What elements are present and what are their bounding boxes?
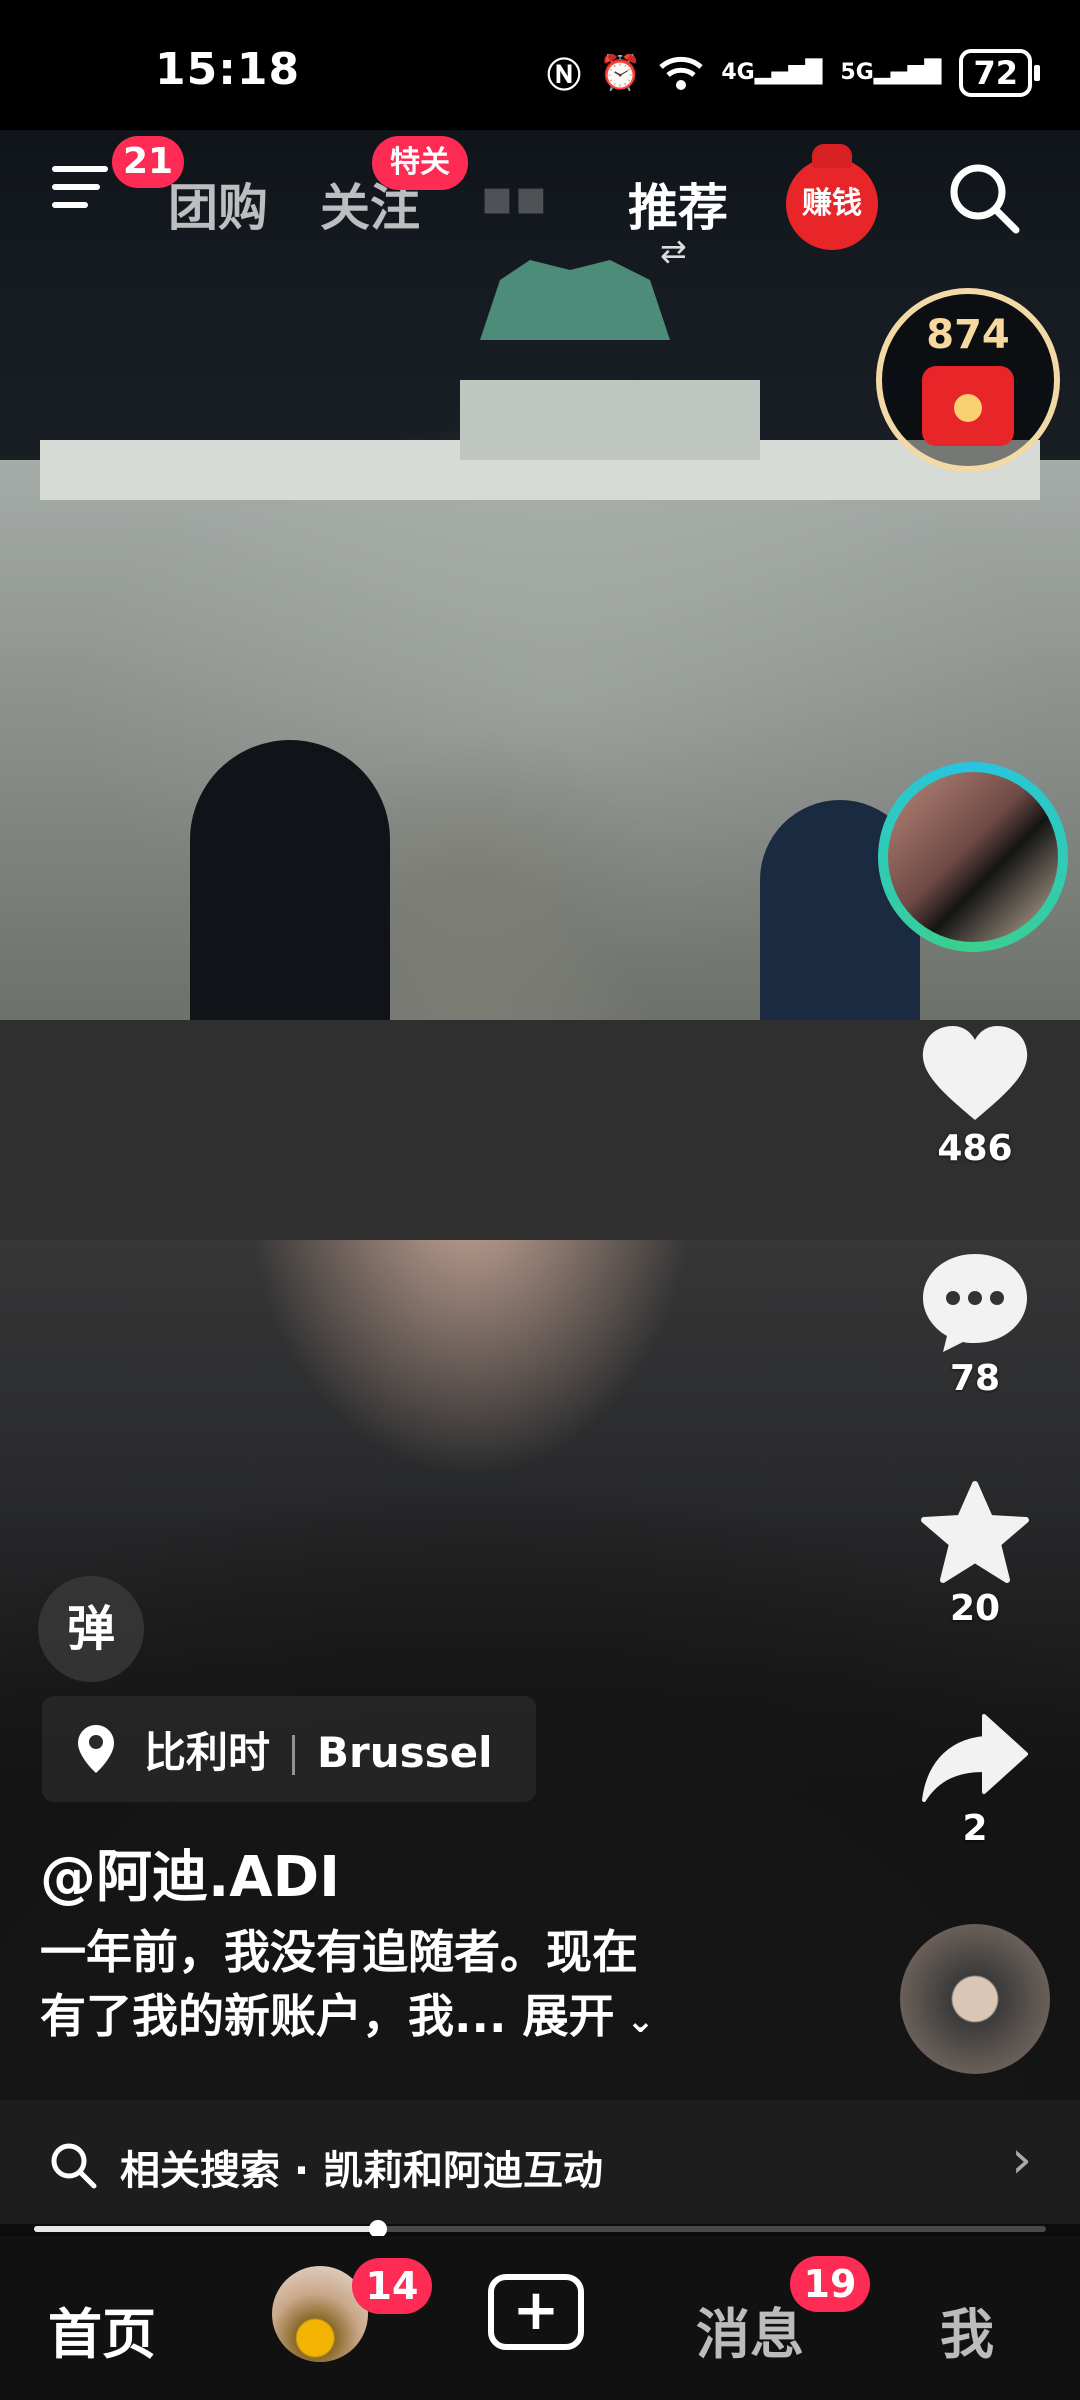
caption-line-1: 一年前，我没有追随者。现在	[40, 1925, 638, 1979]
signal-5g-icon: 5G▂▄▆█	[840, 60, 942, 85]
expand-caption-button[interactable]: 展开 ⌄	[522, 1989, 654, 2043]
location-city: Brussel	[317, 1727, 493, 1777]
wifi-icon	[659, 56, 704, 90]
location-separator	[292, 1735, 296, 1775]
video-caption[interactable]: 一年前，我没有追随者。现在 有了我的新账户，我... 展开 ⌄	[40, 1920, 740, 2053]
location-label: 比利时 Brussel	[144, 1719, 493, 1780]
like-button[interactable]: 486	[900, 1024, 1050, 1169]
switch-icon[interactable]: ⇄	[660, 232, 687, 270]
coin-reward-widget[interactable]: 874	[876, 288, 1060, 472]
danmu-toggle-button[interactable]: 弹	[38, 1576, 144, 1682]
location-pin-icon	[78, 1725, 114, 1773]
share-icon	[922, 1714, 1028, 1802]
related-search-bar[interactable]: 相关搜索 · 凯莉和阿迪互动 ›	[0, 2100, 1080, 2224]
chevron-right-icon: ›	[1011, 2130, 1032, 2190]
nfc-icon: Ⓝ	[547, 56, 581, 96]
nav-me[interactable]: 我	[940, 2290, 994, 2369]
nav-messages[interactable]: 消息	[696, 2290, 804, 2369]
comment-count: 78	[949, 1358, 1001, 1399]
coin-count: 874	[926, 312, 1010, 358]
friends-badge: 14	[352, 2258, 432, 2314]
star-icon	[921, 1481, 1029, 1583]
tab-recommend[interactable]: 推荐	[628, 168, 728, 240]
chevron-down-icon: ⌄	[614, 2001, 655, 2041]
nav-home[interactable]: 首页	[48, 2290, 156, 2369]
battery-indicator: 72	[959, 48, 1040, 97]
location-tag[interactable]: 比利时 Brussel	[42, 1696, 536, 1802]
location-country: 比利时	[144, 1727, 271, 1777]
creator-avatar-image	[888, 772, 1058, 942]
comment-button[interactable]: 78	[900, 1250, 1050, 1399]
related-search-text: 相关搜索 · 凯莉和阿迪互动	[120, 2148, 604, 2194]
status-bar: 15:18 Ⓝ ⏰ 4G▂▄▆█ 5G▂▄▆█ 72	[0, 0, 1080, 130]
progress-fill	[34, 2226, 379, 2232]
caption-line-2: 有了我的新账户，我... 展开 ⌄	[40, 1989, 655, 2043]
video-progress-bar[interactable]	[34, 2220, 1046, 2238]
menu-icon[interactable]	[52, 166, 108, 220]
creator-avatar[interactable]	[878, 762, 1068, 952]
search-icon[interactable]	[946, 160, 1022, 236]
signal-4g-icon: 4G▂▄▆█	[721, 60, 823, 85]
add-video-button[interactable]: +	[488, 2274, 584, 2350]
tab-hidden[interactable]: ▪▪	[480, 168, 548, 226]
music-disc-icon[interactable]	[900, 1924, 1050, 2074]
favorite-count: 20	[949, 1588, 1001, 1629]
heart-icon	[922, 1026, 1028, 1120]
author-username[interactable]: @阿迪.ADI	[40, 1832, 340, 1913]
messages-badge: 19	[790, 2256, 870, 2312]
share-count: 2	[962, 1808, 988, 1849]
following-special-badge: 特关	[372, 136, 468, 190]
bottom-nav: 首页 14 + 消息 19 我	[0, 2236, 1080, 2400]
comment-icon	[923, 1254, 1027, 1352]
red-envelope-icon	[922, 366, 1014, 446]
earn-money-button[interactable]: 赚钱	[786, 144, 878, 250]
status-time: 15:18	[155, 44, 301, 95]
share-button[interactable]: 2	[900, 1712, 1050, 1849]
alarm-icon: ⏰	[599, 52, 642, 93]
like-count: 486	[937, 1128, 1013, 1169]
plus-icon: +	[512, 2278, 560, 2343]
tab-group-buy[interactable]: 团购	[168, 168, 268, 240]
favorite-button[interactable]: 20	[900, 1480, 1050, 1629]
status-icons: Ⓝ ⏰ 4G▂▄▆█ 5G▂▄▆█ 72	[547, 48, 1040, 97]
search-icon	[51, 2143, 97, 2189]
